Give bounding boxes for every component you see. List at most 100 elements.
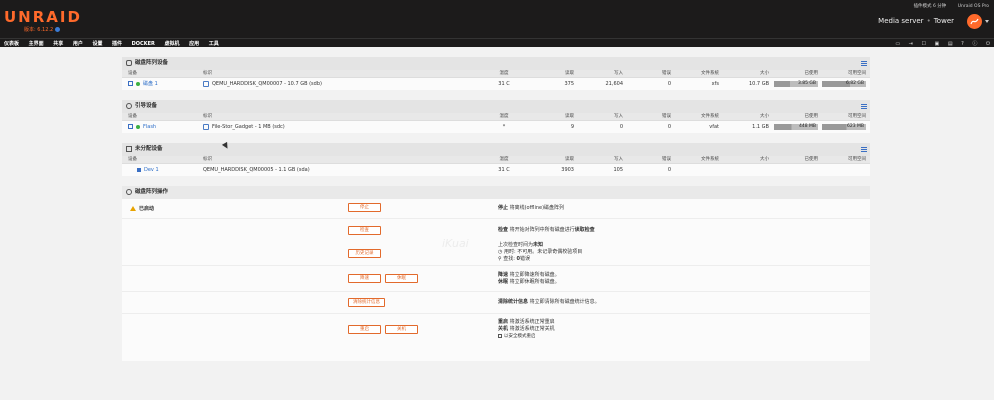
chevron-down-icon[interactable]: [985, 20, 989, 23]
nav-dashboard[interactable]: 仪表板: [4, 41, 19, 47]
free-bar: 623 MB: [822, 124, 866, 130]
nav-icons: ▭ ⇥ ☐ ▣ ▤ ? ⓘ ⏻: [888, 40, 990, 47]
unraid-logo[interactable]: UNRAID: [4, 8, 82, 26]
table-row[interactable]: Dev 1 QEMU_HARDDISK_QM00005 - 1.1 GB (sd…: [122, 164, 870, 176]
nav-plugins[interactable]: 插件: [112, 41, 122, 47]
col-free: 可用空间: [848, 157, 866, 162]
terminal-icon[interactable]: ▭: [895, 41, 900, 47]
list-view-icon[interactable]: [861, 104, 867, 109]
user-avatar-icon[interactable]: [967, 14, 982, 29]
errors-value: 0: [667, 167, 671, 173]
monitor-icon[interactable]: ▣: [935, 41, 940, 47]
col-fs: 文件系统: [701, 114, 719, 119]
spindown-text: 将立即降速所有磁盘。: [508, 272, 560, 278]
col-temp: 温度: [499, 157, 509, 162]
boot-device-header: 引导设备: [122, 100, 870, 113]
device-link[interactable]: Dev 1: [144, 167, 159, 173]
power-icon[interactable]: ⏻: [986, 41, 990, 47]
nav-tools[interactable]: 工具: [209, 41, 219, 47]
main-nav: 仪表板 主界面 共享 用户 设置 插件 DOCKER 虚拟机 应用 工具 ▭ ⇥…: [0, 38, 994, 47]
col-used: 已使用: [804, 157, 819, 162]
status-dot-icon: [136, 124, 140, 129]
uptime-text: 插件模式 6 分钟: [913, 4, 947, 9]
used-bar: 3.85 GB: [774, 81, 818, 87]
device-cell: Dev 1: [137, 164, 159, 176]
operations-panel: iKuai 已启动 停止 停止 将离线(offline)磁盘阵列 检查 检查 将…: [122, 199, 870, 361]
stop-button[interactable]: 停止: [348, 203, 381, 212]
spin-up-button[interactable]: 休眠: [385, 274, 418, 283]
version-text: 版本: 6.12.2: [24, 27, 54, 33]
top-header: UNRAID 版本: 6.12.2 插件模式 6 分钟 Unraid OS Pr…: [0, 0, 994, 38]
shutdown-button[interactable]: 关机: [385, 325, 418, 334]
table-row[interactable]: 磁盘 1 QEMU_HARDDISK_QM00007 - 10.7 GB (sd…: [122, 78, 870, 90]
boot-icon: [126, 102, 132, 109]
reboot-description: 重启 将激活系统正常重启: [498, 319, 555, 326]
reads-value: 3903: [561, 167, 574, 173]
safe-mode-checkbox[interactable]: [498, 333, 502, 338]
clear-stats-button[interactable]: 清除统计信息: [348, 298, 385, 307]
log-icon[interactable]: ⇥: [909, 41, 913, 47]
external-link-icon[interactable]: [128, 81, 133, 86]
lock-icon[interactable]: ▤: [948, 41, 953, 47]
status-text: 已启动: [139, 206, 155, 212]
feedback-icon[interactable]: ☐: [921, 41, 925, 47]
clear-stats-description: 清除统计信息 将立即清除所有磁盘统计信息。: [498, 299, 600, 306]
spinup-text: 将立即休眠所有磁盘。: [508, 279, 560, 285]
col-reads: 读取: [565, 157, 574, 162]
history-button[interactable]: 历史记录: [348, 249, 381, 258]
nav-vms[interactable]: 虚拟机: [164, 41, 179, 47]
help-icon[interactable]: ?: [961, 41, 964, 47]
spinup-label: 休眠: [498, 279, 509, 285]
nav-settings[interactable]: 设置: [92, 41, 102, 47]
section-title: 磁盘阵列设备: [135, 60, 169, 66]
usb-drive-icon: [203, 123, 209, 130]
nav-apps[interactable]: 应用: [189, 41, 199, 47]
read-check-label: 读取检查: [574, 227, 595, 233]
col-free: 可用空间: [848, 114, 866, 119]
reads-value: 375: [564, 81, 574, 87]
check-description: 检查 将开始对阵列中所有磁盘进行读取检查: [498, 227, 595, 234]
server-name: Media server • Tower: [878, 17, 954, 25]
spin-down-button[interactable]: 降速: [348, 274, 381, 283]
col-fs: 文件系统: [701, 157, 719, 162]
col-temp: 温度: [499, 114, 509, 119]
nav-main[interactable]: 主界面: [29, 41, 44, 47]
disk-id: File-Stor_Gadget - 1 MB (sdc): [212, 124, 285, 130]
writes-value: 105: [613, 167, 623, 173]
nav-docker[interactable]: DOCKER: [132, 41, 155, 47]
col-reads: 读取: [565, 71, 574, 76]
used-value: 448 MB: [799, 124, 816, 129]
info-icon[interactable]: ⓘ: [972, 41, 977, 47]
status-dot-icon: [136, 81, 140, 86]
col-device: 设备: [128, 114, 137, 119]
col-writes: 写入: [614, 71, 623, 76]
check-button[interactable]: 检查: [348, 226, 381, 235]
device-link[interactable]: Flash: [143, 124, 156, 130]
table-row[interactable]: Flash File-Stor_Gadget - 1 MB (sdc) * 9 …: [122, 121, 870, 133]
reboot-button[interactable]: 重启: [348, 325, 381, 334]
col-size: 大小: [760, 114, 769, 119]
device-link[interactable]: 磁盘 1: [143, 81, 158, 87]
spindown-label: 降速: [498, 272, 509, 278]
safe-mode-label: 以安全模式重启: [504, 334, 536, 339]
device-cell: Flash: [128, 121, 156, 133]
server-description: Media server: [878, 17, 924, 25]
last-check-errors: ⚲ 查找: 0错误: [498, 256, 530, 263]
check-label: 检查: [498, 227, 509, 233]
reboot-text: 将激活系统正常重启: [508, 319, 555, 325]
found-label: 查找:: [503, 256, 517, 262]
info-icon[interactable]: [55, 27, 61, 32]
size-value: 10.7 GB: [748, 81, 769, 87]
list-view-icon[interactable]: [861, 147, 867, 152]
array-devices-header: 磁盘阵列设备: [122, 57, 870, 70]
nav-users[interactable]: 用户: [73, 41, 83, 47]
license-link[interactable]: Unraid OS Pro: [958, 4, 989, 9]
id-cell: QEMU_HARDDISK_QM00007 - 10.7 GB (sdb): [203, 78, 322, 90]
col-size: 大小: [760, 71, 769, 76]
list-view-icon[interactable]: [861, 61, 867, 66]
id-cell: File-Stor_Gadget - 1 MB (sdc): [203, 121, 285, 133]
col-used: 已使用: [804, 71, 819, 76]
external-link-icon[interactable]: [128, 124, 133, 129]
nav-shares[interactable]: 共享: [53, 41, 63, 47]
shutdown-description: 关机 将激活系统正常关机: [498, 326, 555, 333]
